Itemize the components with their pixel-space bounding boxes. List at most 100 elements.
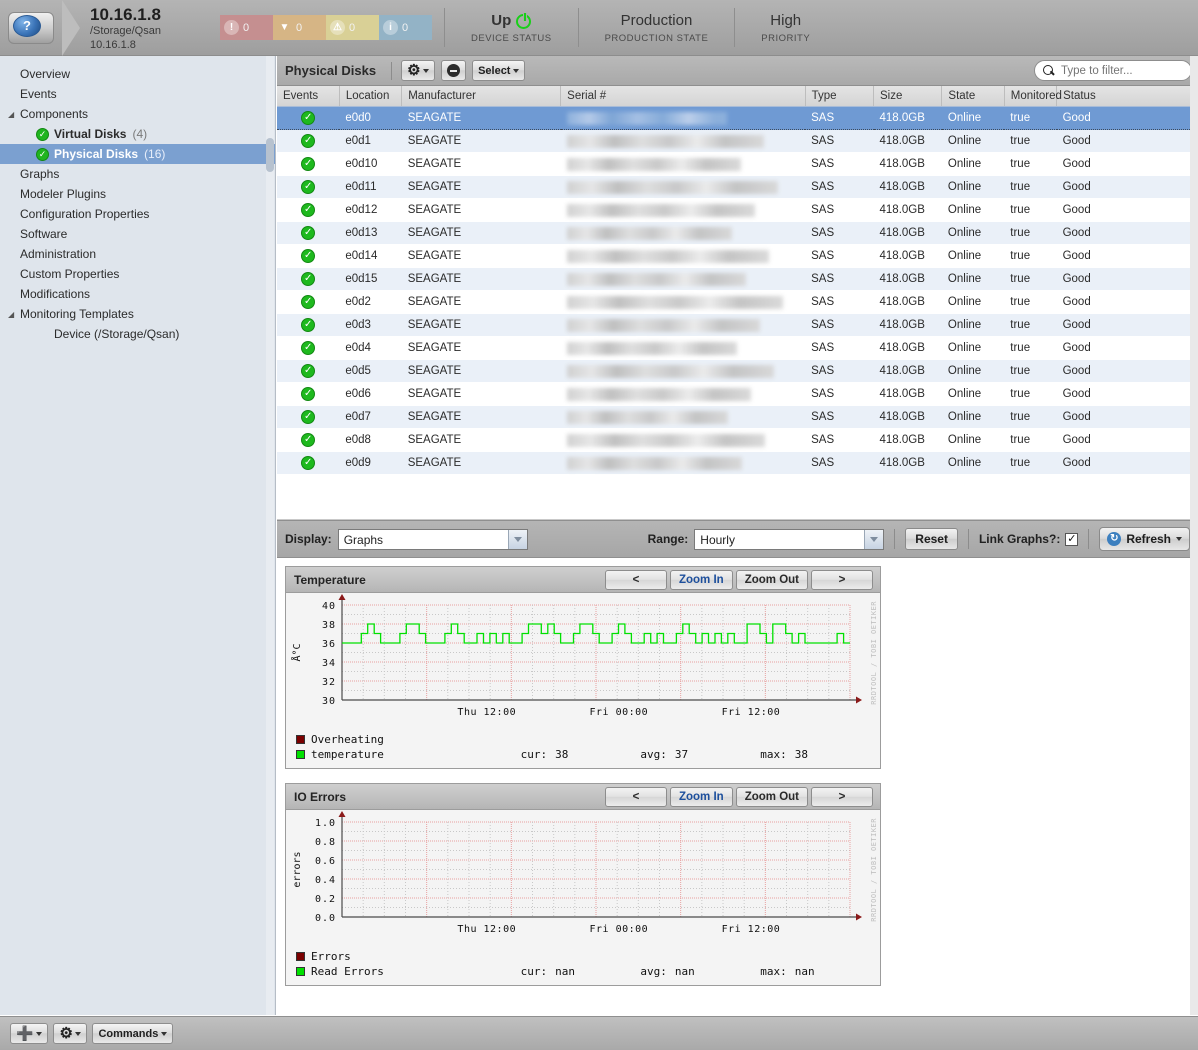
cell-size: 418.0GB [873,152,942,176]
column-header-events[interactable]: Events [277,86,340,107]
table-row[interactable]: ✓ e0d11 SEAGATE SAS 418.0GB Online true Good [277,175,1198,199]
table-row[interactable]: ✓ e0d9 SEAGATE SAS 418.0GB Online true Good [277,451,1198,475]
zoom-in-button[interactable]: Zoom In [669,786,733,807]
badge-info[interactable]: i0 [379,15,432,40]
column-header-monitored[interactable]: Monitored [1004,86,1062,107]
zoom-in-button[interactable]: Zoom In [669,569,733,590]
main-scrollbar-track[interactable] [1190,56,1198,1015]
column-header-manufacturer[interactable]: Manufacturer [401,86,562,107]
add-button[interactable]: ➕ [10,1023,49,1044]
link-graphs-checkbox[interactable]: ✓ [1065,532,1079,546]
sidebar-item-components[interactable]: ◢ Components [0,104,275,124]
table-row[interactable]: ✓ e0d15 SEAGATE SAS 418.0GB Online true Good [277,267,1198,291]
cell-manufacturer: SEAGATE [401,359,561,383]
sidebar-item-modifications[interactable]: Modifications [0,284,275,304]
sidebar-item-custom-properties[interactable]: Custom Properties [0,264,275,284]
sidebar-item-software[interactable]: Software [0,224,275,244]
table-row[interactable]: ✓ e0d12 SEAGATE SAS 418.0GB Online true Good [277,198,1198,222]
gear-icon [59,1027,72,1040]
table-row[interactable]: ✓ e0d7 SEAGATE SAS 418.0GB Online true Good [277,405,1198,429]
cell-serial [560,290,806,314]
column-header-serial[interactable]: Serial # [560,86,806,107]
chevron-down-icon[interactable] [507,529,527,549]
legend-stat-max: max: 38 [760,747,880,762]
legend-series-name: Overheating [311,733,384,746]
sidebar-scrollbar-track[interactable] [266,56,274,1015]
table-row[interactable]: ✓ e0d5 SEAGATE SAS 418.0GB Online true Good [277,359,1198,383]
column-header-status[interactable]: Status [1056,86,1198,107]
sidebar-item-administration[interactable]: Administration [0,244,275,264]
sidebar-item-graphs[interactable]: Graphs [0,164,275,184]
column-header-location[interactable]: Location [339,86,403,107]
commands-button[interactable]: Commands [92,1023,174,1044]
column-header-size[interactable]: Size [873,86,943,107]
prev-button[interactable]: < [604,569,667,590]
table-row[interactable]: ✓ e0d14 SEAGATE SAS 418.0GB Online true Good [277,244,1198,268]
table-row[interactable]: ✓ e0d13 SEAGATE SAS 418.0GB Online true Good [277,221,1198,245]
prev-button[interactable]: < [604,786,667,807]
range-select[interactable]: Hourly [694,528,885,550]
svg-text:30: 30 [322,696,336,707]
select-button[interactable]: Select [472,60,526,81]
search-input[interactable] [1059,63,1187,78]
cell-serial [560,359,806,383]
cell-size: 418.0GB [873,359,942,383]
cell-serial [560,382,806,406]
next-button[interactable]: > [811,786,873,807]
cell-size: 418.0GB [873,428,942,452]
cell-monitored: true [1004,267,1057,291]
twisty-expand-icon[interactable]: ◢ [8,110,18,119]
sidebar-item-events[interactable]: Events [0,84,275,104]
chevron-down-icon[interactable] [864,529,884,549]
refresh-button[interactable]: ↻ Refresh [1099,527,1190,551]
table-row[interactable]: ✓ e0d2 SEAGATE SAS 418.0GB Online true Good [277,290,1198,314]
cell-monitored: true [1004,106,1057,130]
sidebar-item-physical-disks[interactable]: ✓ Physical Disks (16) [0,144,275,164]
sidebar-item-virtual-disks[interactable]: ✓ Virtual Disks (4) [0,124,275,144]
cell-monitored: true [1004,198,1057,222]
zoom-out-button[interactable]: Zoom Out [735,786,808,807]
cell-type: SAS [805,175,874,199]
sidebar-item-configuration-properties[interactable]: Configuration Properties [0,204,275,224]
graph-legend: Overheating temperature cur: 38 avg: 37 max: 38 [286,728,880,768]
graph-legend: Errors Read Errors cur: nan avg: nan max: nan [286,945,880,985]
column-header-state[interactable]: State [941,86,1005,107]
cell-status: Good [1056,129,1198,153]
twisty-expand-icon[interactable]: ◢ [8,310,18,319]
cell-size: 418.0GB [873,198,942,222]
sidebar-scrollbar-thumb[interactable] [266,138,274,172]
table-row[interactable]: ✓ e0d6 SEAGATE SAS 418.0GB Online true Good [277,382,1198,406]
badge-warning[interactable]: ⚠ 0 [326,15,379,40]
next-button[interactable]: > [811,569,873,590]
cell-events: ✓ [277,290,340,314]
table-row[interactable]: ✓ e0d3 SEAGATE SAS 418.0GB Online true Good [277,313,1198,337]
badge-critical[interactable]: ! 0 [220,15,273,40]
redacted-serial [566,364,774,378]
sidebar-item-modeler-plugins[interactable]: Modeler Plugins [0,184,275,204]
navigation-sidebar[interactable]: Overview Events ◢ Components ✓ Virtual Disks(… [0,56,276,1015]
table-row[interactable]: ✓ e0d0 SEAGATE SAS 418.0GB Online true Good [277,106,1198,130]
sidebar-item-monitoring-templates[interactable]: ◢ Monitoring Templates [0,304,275,324]
column-header-type[interactable]: Type [805,86,875,107]
legend-stat-label: avg: [640,748,667,761]
table-row[interactable]: ✓ e0d4 SEAGATE SAS 418.0GB Online true Good [277,336,1198,360]
remove-button[interactable] [441,60,467,81]
table-row[interactable]: ✓ e0d1 SEAGATE SAS 418.0GB Online true Good [277,129,1198,153]
table-row[interactable]: ✓ e0d8 SEAGATE SAS 418.0GB Online true Good [277,428,1198,452]
reset-button[interactable]: Reset [905,528,958,550]
cell-state: Online [941,106,1005,130]
cell-location: e0d5 [339,359,402,383]
cell-type: SAS [805,451,874,475]
grid-settings-button[interactable] [401,60,436,81]
table-row[interactable]: ✓ e0d10 SEAGATE SAS 418.0GB Online true Good [277,152,1198,176]
filter-box[interactable] [1034,60,1192,81]
badge-error[interactable]: ▼ 0 [273,15,326,40]
sidebar-item-overview[interactable]: Overview [0,64,275,84]
sidebar-item-device-storage-qsan[interactable]: Device (/Storage/Qsan) [0,324,275,344]
svg-text:34: 34 [322,658,336,669]
warning-icon: ⚠ [330,20,345,35]
display-select[interactable]: Graphs [337,528,528,550]
footer-settings-button[interactable] [53,1023,88,1044]
zoom-out-button[interactable]: Zoom Out [735,569,808,590]
select-button-label: Select [478,64,511,77]
